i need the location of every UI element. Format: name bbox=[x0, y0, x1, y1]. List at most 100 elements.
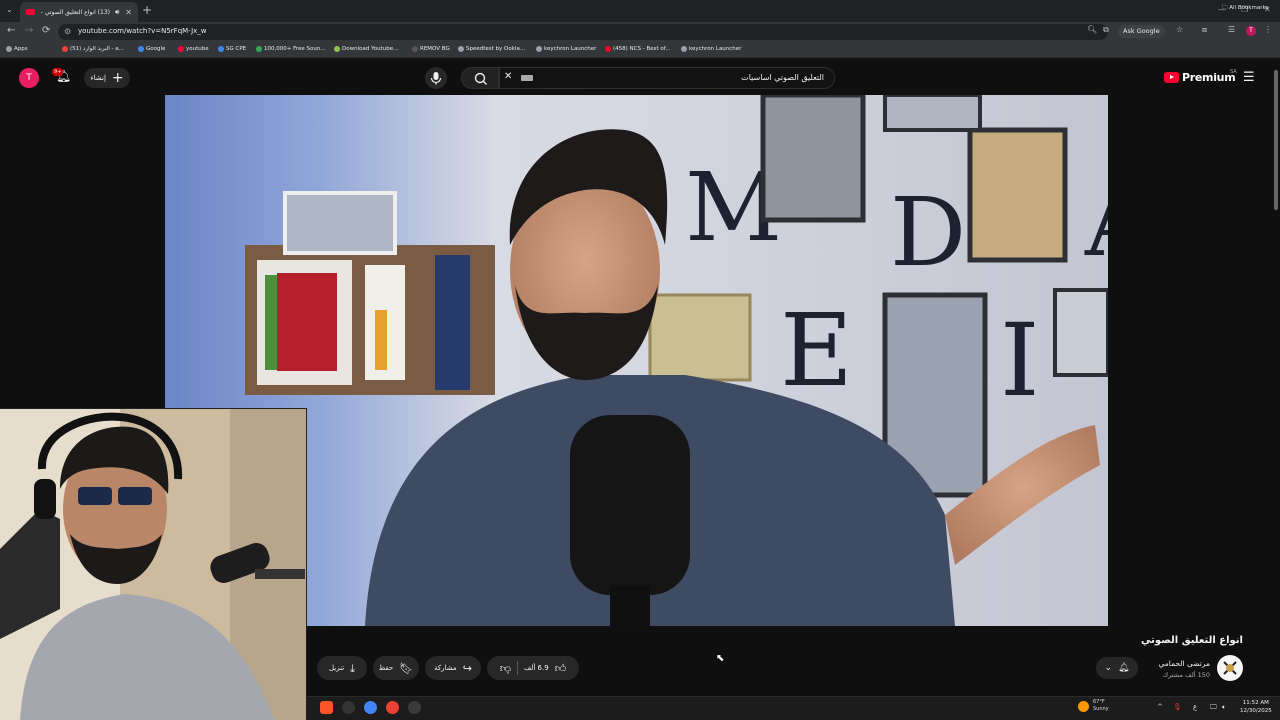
all-bookmarks-button[interactable]: 🗀 All Bookmarks bbox=[1222, 4, 1269, 13]
browser-profile-avatar[interactable]: T bbox=[1246, 26, 1256, 36]
tab-search-icon[interactable]: ⌄ bbox=[6, 5, 13, 14]
share-label: مشاركة bbox=[434, 664, 457, 672]
account-avatar[interactable]: T bbox=[19, 68, 39, 88]
bookmark-favicon-icon bbox=[62, 46, 68, 52]
bookmark-item[interactable]: Speedtest by Ookla... bbox=[458, 46, 525, 52]
dislike-icon[interactable]: 👎︎ bbox=[500, 663, 511, 674]
zoom-icon[interactable]: 🔍︎ bbox=[1087, 25, 1097, 34]
copilot-icon[interactable] bbox=[342, 701, 355, 714]
chrome-profile-icon[interactable] bbox=[386, 701, 399, 714]
bookmark-item[interactable]: REMOV BG bbox=[412, 46, 450, 52]
bookmark-item[interactable]: keychron Launcher bbox=[681, 46, 741, 52]
search-button[interactable] bbox=[461, 67, 499, 89]
like-icon[interactable]: 👍︎ bbox=[555, 663, 567, 674]
bookmark-favicon-icon bbox=[458, 46, 464, 52]
hamburger-menu-icon[interactable]: ☰ bbox=[1243, 70, 1255, 85]
webcam-overlay bbox=[0, 408, 307, 720]
bookmark-label: SG CPE bbox=[226, 46, 247, 52]
subscribed-button[interactable]: ⌄ 🔔︎ bbox=[1096, 657, 1138, 679]
share-button[interactable]: مشاركة ↪ bbox=[425, 656, 481, 680]
clock-time: 11:52 AM bbox=[1242, 700, 1269, 706]
close-tab-icon[interactable]: ✕ bbox=[125, 8, 132, 17]
bookmark-label: Download Youtube... bbox=[342, 46, 399, 52]
bell-icon: 🔔︎ bbox=[1118, 663, 1130, 673]
subscriber-count: 150 ألف مشترك bbox=[1162, 671, 1210, 679]
site-info-icon[interactable]: ⚙︎ bbox=[64, 27, 71, 36]
ask-google-button[interactable]: Ask Google bbox=[1118, 25, 1165, 38]
like-dislike-group: 👎︎ 6.9 ألف 👍︎ bbox=[487, 656, 579, 680]
reading-list-icon[interactable]: ☰ bbox=[1228, 25, 1235, 34]
search-icon bbox=[474, 72, 487, 85]
chrome-icon[interactable] bbox=[364, 701, 377, 714]
tray-chevron-icon[interactable]: ^ bbox=[1157, 703, 1163, 711]
weather-widget[interactable]: 67°F Sunny bbox=[1078, 699, 1109, 713]
bookmark-label: Speedtest by Ookla... bbox=[466, 46, 526, 52]
bookmark-favicon-icon bbox=[218, 46, 224, 52]
like-count[interactable]: 6.9 ألف bbox=[524, 664, 549, 672]
bookmark-item[interactable]: 100,000+ Free Soun... bbox=[256, 46, 326, 52]
bookmark-label: keychron Launcher bbox=[689, 46, 742, 52]
language-indicator[interactable]: ع bbox=[1193, 703, 1197, 711]
clock-date: 12/30/2025 bbox=[1240, 708, 1272, 714]
bookmark-label: keychron Launcher bbox=[544, 46, 597, 52]
bookmark-favicon-icon bbox=[536, 46, 542, 52]
bookmark-item[interactable]: youtube bbox=[178, 46, 209, 52]
youtube-premium-logo[interactable]: Premium bbox=[1164, 71, 1236, 84]
bookmark-item[interactable]: Apps bbox=[6, 46, 28, 52]
youtube-favicon-icon bbox=[26, 9, 35, 15]
like-divider bbox=[516, 661, 518, 675]
channel-avatar[interactable] bbox=[1217, 655, 1243, 681]
brave-browser-icon[interactable] bbox=[320, 701, 333, 714]
url-text[interactable]: youtube.com/watch?v=N5rFqM-Jx_w bbox=[78, 27, 207, 35]
youtube-play-logo-icon bbox=[1164, 72, 1179, 83]
download-label: تنزيل bbox=[328, 664, 345, 672]
ask-google-label: Ask Google bbox=[1123, 27, 1160, 35]
bookmark-favicon-icon bbox=[6, 46, 12, 52]
reload-icon[interactable]: ⟳ bbox=[42, 25, 50, 36]
bookmark-label: (51) البريد الوارد - a... bbox=[70, 46, 124, 52]
volume-icon[interactable]: 🔈︎ bbox=[1222, 703, 1226, 712]
extensions-icon[interactable]: ⧈ bbox=[1202, 25, 1207, 35]
bookmark-favicon-icon bbox=[178, 46, 184, 52]
download-icon: ⤓ bbox=[350, 661, 356, 675]
channel-name[interactable]: مرتضى الحمامي bbox=[1159, 659, 1210, 668]
forward-icon[interactable]: → bbox=[25, 25, 33, 36]
voice-search-button[interactable] bbox=[425, 67, 447, 89]
back-icon[interactable]: ← bbox=[7, 25, 15, 36]
clear-search-icon[interactable]: ✕ bbox=[504, 71, 512, 82]
bookmark-item[interactable]: SG CPE bbox=[218, 46, 246, 52]
bookmark-item[interactable]: keychron Launcher bbox=[536, 46, 596, 52]
channel-logo-icon bbox=[1218, 656, 1242, 680]
tab-youtube[interactable]: (13) انواع التعليق الصوتي - - 🔊︎ ✕ bbox=[20, 2, 138, 22]
media-player-icon[interactable] bbox=[408, 701, 421, 714]
bookmark-item[interactable]: Google bbox=[138, 46, 165, 52]
network-icon[interactable]: 🖵︎ bbox=[1210, 703, 1217, 712]
bookmark-star-icon[interactable]: ☆ bbox=[1176, 25, 1183, 34]
keyboard-icon[interactable] bbox=[521, 75, 533, 81]
new-tab-button[interactable]: + bbox=[142, 3, 152, 17]
bookmark-label: (458) NCS - Best of... bbox=[613, 46, 671, 52]
mouse-cursor-icon: ⬉ bbox=[716, 653, 725, 664]
create-label: إنشاء bbox=[90, 74, 106, 82]
save-button[interactable]: حفظ 🔖︎ bbox=[373, 656, 419, 680]
page-scrollbar[interactable] bbox=[1274, 70, 1278, 210]
bookmark-item[interactable]: (458) NCS - Best of... bbox=[605, 46, 671, 52]
create-button[interactable]: إنشاء + bbox=[84, 68, 130, 88]
bookmark-item[interactable]: Download Youtube... bbox=[334, 46, 398, 52]
download-button[interactable]: تنزيل ⤓ bbox=[317, 656, 367, 680]
browser-tab-strip: ⌄ (13) انواع التعليق الصوتي - - 🔊︎ ✕ + —… bbox=[0, 0, 1280, 22]
search-query-text[interactable]: التعليق الصوتي اساسيات bbox=[741, 73, 824, 82]
audio-icon[interactable]: 🔊︎ bbox=[115, 8, 119, 17]
bookmark-favicon-icon bbox=[334, 46, 340, 52]
logo-text: Premium bbox=[1182, 71, 1236, 84]
browser-menu-icon[interactable]: ⋮ bbox=[1264, 25, 1272, 34]
taskbar-clock[interactable]: 11:52 AM 12/30/2025 bbox=[1240, 699, 1272, 715]
bookmark-item[interactable]: (51) البريد الوارد - a... bbox=[62, 46, 124, 52]
bookmark-favicon-icon bbox=[138, 46, 144, 52]
install-app-icon[interactable]: ⧉ bbox=[1103, 25, 1109, 35]
svg-text:I: I bbox=[1000, 302, 1040, 419]
bookmark-favicon-icon bbox=[681, 46, 687, 52]
address-bar[interactable]: ⚙︎ youtube.com/watch?v=N5rFqM-Jx_w bbox=[58, 24, 1108, 40]
bookmark-label: REMOV BG bbox=[420, 46, 450, 52]
mic-tray-icon[interactable]: 🎙︎ bbox=[1173, 703, 1182, 711]
